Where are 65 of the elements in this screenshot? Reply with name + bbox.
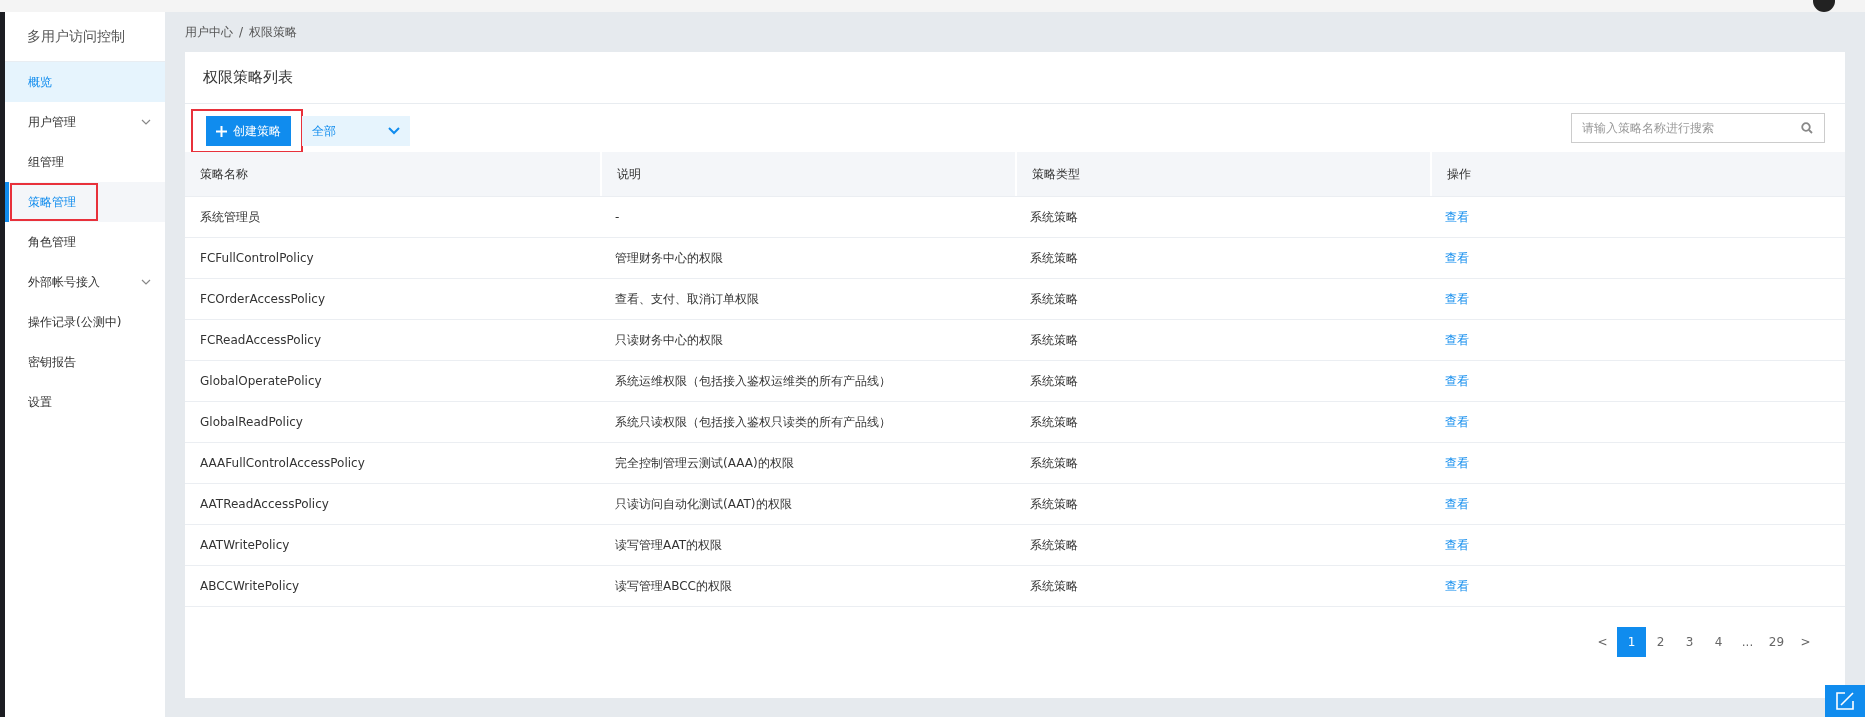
page-button[interactable]: 29 <box>1762 627 1791 657</box>
table-cell-text: GlobalReadPolicy <box>199 414 304 431</box>
table-cell-text: 系统策略 <box>1029 577 1079 595</box>
next-page-button[interactable]: > <box>1791 627 1820 657</box>
page-button[interactable]: 4 <box>1704 627 1733 657</box>
edit-button[interactable] <box>1825 685 1865 717</box>
search-icon[interactable] <box>1801 122 1813 134</box>
table-cell-text: FCFullControlPolicy <box>199 250 315 267</box>
table-cell-text: - <box>614 209 621 226</box>
table-cell-text: 只读财务中心的权限 <box>614 331 724 349</box>
table-cell-text: 系统策略 <box>1029 495 1079 513</box>
sidebar-item[interactable]: 策略管理 <box>5 182 165 222</box>
sidebar-item[interactable]: 概览 <box>5 62 165 102</box>
plus-icon <box>216 125 227 137</box>
table-cell-text: AAAFullControlAccessPolicy <box>199 455 366 472</box>
view-link[interactable]: 查看 <box>1445 577 1469 595</box>
search-field[interactable]: 请输入策略名称进行搜索 <box>1571 113 1825 143</box>
table-cell-text: 系统管理员 <box>199 208 261 226</box>
table-cell-text: 系统策略 <box>1029 372 1079 390</box>
page-button[interactable]: ... <box>1733 627 1762 657</box>
table-cell-text: 系统策略 <box>1029 454 1079 472</box>
table-cell-text: FCReadAccessPolicy <box>199 332 323 349</box>
table-cell-text: 系统只读权限（包括接入鉴权只读类的所有产品线） <box>614 413 892 431</box>
table-cell-text: 查看、支付、取消订单权限 <box>614 290 760 308</box>
table-cell-text: 系统运维权限（包括接入鉴权运维类的所有产品线） <box>614 372 892 390</box>
prev-page-button[interactable]: < <box>1588 627 1617 657</box>
table-cell-text: 读写管理AAT的权限 <box>614 536 724 554</box>
table-cell-text: ABCCWritePolicy <box>199 578 301 595</box>
view-link[interactable]: 查看 <box>1445 249 1469 267</box>
chevron-down-icon <box>388 127 400 135</box>
filter-dropdown[interactable]: 全部 <box>302 116 410 146</box>
breadcrumb-item: 权限策略 <box>249 23 298 41</box>
edit-icon <box>1836 692 1854 710</box>
chevron-down-icon <box>141 279 151 285</box>
create-policy-button[interactable]: 创建策略 <box>206 116 291 146</box>
view-link[interactable]: 查看 <box>1445 372 1469 390</box>
table-cell-text: 系统策略 <box>1029 413 1079 431</box>
view-link[interactable]: 查看 <box>1445 290 1469 308</box>
view-link[interactable]: 查看 <box>1445 331 1469 349</box>
table-cell-text: 系统策略 <box>1029 208 1079 226</box>
table-cell-text: AATReadAccessPolicy <box>199 496 330 513</box>
table-cell-text: FCOrderAccessPolicy <box>199 291 326 308</box>
table-cell-text: 系统策略 <box>1029 290 1079 308</box>
view-link[interactable]: 查看 <box>1445 495 1469 513</box>
page-button[interactable]: 1 <box>1617 627 1646 657</box>
card-title: 权限策略列表 <box>185 52 1845 104</box>
table-cell-text: 管理财务中心的权限 <box>614 249 724 267</box>
view-link[interactable]: 查看 <box>1445 454 1469 472</box>
table-cell-text: 读写管理ABCC的权限 <box>614 577 733 595</box>
table-cell-text: 完全控制管理云测试(AAA)的权限 <box>614 454 795 472</box>
column-header: 策略名称 <box>199 165 249 183</box>
chevron-down-icon <box>141 119 151 125</box>
table-cell-text: 系统策略 <box>1029 249 1079 267</box>
breadcrumb-item[interactable]: 用户中心 <box>185 23 233 41</box>
table-cell-text: 只读访问自动化测试(AAT)的权限 <box>614 495 793 513</box>
table-cell-text: 系统策略 <box>1029 331 1079 349</box>
view-link[interactable]: 查看 <box>1445 208 1469 226</box>
table-cell-text: 系统策略 <box>1029 536 1079 554</box>
view-link[interactable]: 查看 <box>1445 536 1469 554</box>
page-button[interactable]: 2 <box>1646 627 1675 657</box>
breadcrumb-separator: / <box>239 25 244 39</box>
table-cell-text: GlobalOperatePolicy <box>199 373 323 390</box>
view-link[interactable]: 查看 <box>1445 413 1469 431</box>
table-cell-text: AATWritePolicy <box>199 537 291 554</box>
page-button[interactable]: 3 <box>1675 627 1704 657</box>
